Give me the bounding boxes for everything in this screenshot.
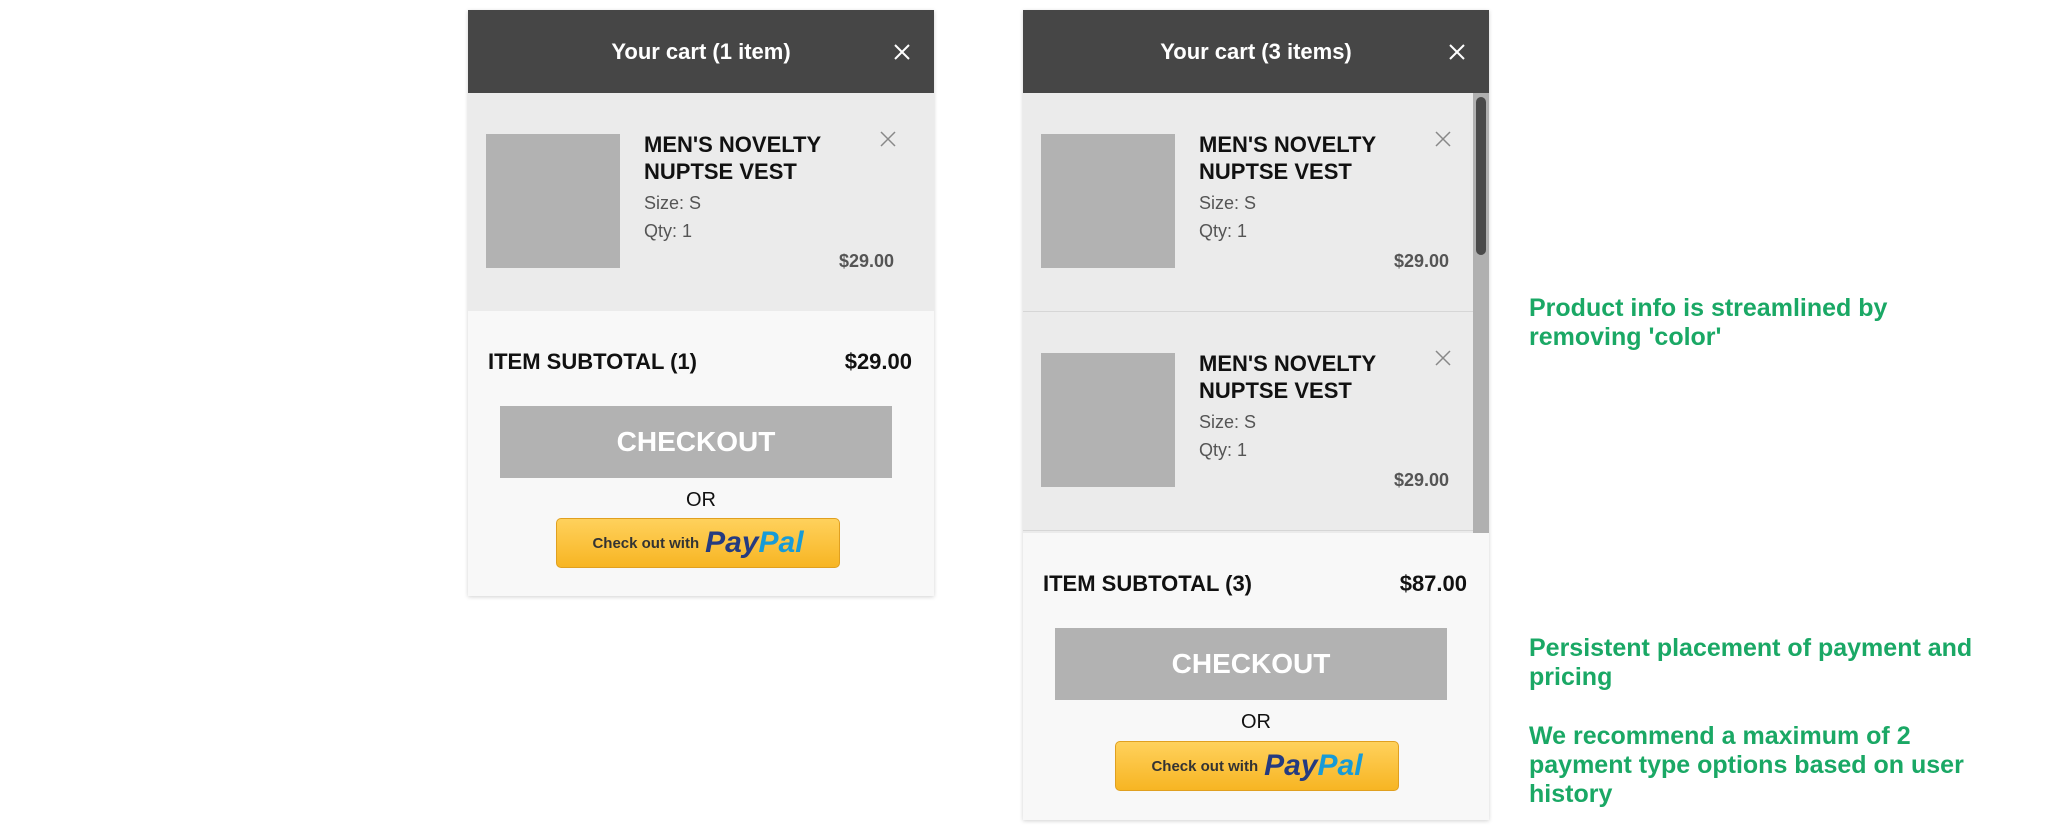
checkout-button[interactable]: CHECKOUT bbox=[500, 406, 892, 478]
cart-footer: ITEM SUBTOTAL (3) $87.00 CHECKOUT OR Che… bbox=[1023, 533, 1489, 820]
close-icon[interactable] bbox=[1447, 42, 1467, 62]
remove-item-icon[interactable] bbox=[1435, 350, 1451, 366]
subtotal-label: ITEM SUBTOTAL (3) bbox=[1043, 571, 1252, 596]
cart-item: MEN'S NOVELTY NUPTSE VEST Size: S Qty: 1… bbox=[468, 93, 934, 311]
product-name[interactable]: MEN'S NOVELTY NUPTSE VEST bbox=[1199, 350, 1399, 404]
product-qty: Qty: 1 bbox=[1199, 440, 1248, 460]
product-price: $29.00 bbox=[1393, 251, 1449, 271]
scrollbar-thumb[interactable] bbox=[1476, 97, 1486, 255]
paypal-logo: PayPal bbox=[1264, 749, 1363, 782]
cart-items-list: MEN'S NOVELTY NUPTSE VEST Size: S Qty: 1… bbox=[1023, 93, 1489, 533]
product-qty: Qty: 1 bbox=[1199, 221, 1248, 241]
subtotal-value: $87.00 bbox=[1399, 571, 1467, 596]
remove-item-icon[interactable] bbox=[1435, 131, 1451, 147]
product-size: Size: S bbox=[644, 193, 702, 213]
cart-item: MEN'S NOVELTY NUPTSE VEST Size: S Qty: 1… bbox=[1023, 312, 1489, 531]
cart-items-list: MEN'S NOVELTY NUPTSE VEST Size: S Qty: 1… bbox=[468, 93, 934, 311]
product-qty: Qty: 1 bbox=[644, 221, 693, 241]
product-name[interactable]: MEN'S NOVELTY NUPTSE VEST bbox=[1199, 131, 1399, 185]
checkout-button[interactable]: CHECKOUT bbox=[1055, 628, 1447, 700]
annotation-persistent-placement: Persistent placement of payment and pric… bbox=[1529, 634, 1973, 691]
product-image[interactable] bbox=[1041, 353, 1175, 487]
annotation-payment-recommendation: We recommend a maximum of 2 payment type… bbox=[1529, 722, 1964, 808]
product-name[interactable]: MEN'S NOVELTY NUPTSE VEST bbox=[644, 131, 844, 185]
subtotal-value: $29.00 bbox=[844, 349, 912, 374]
cart-header: Your cart (3 items) bbox=[1023, 10, 1489, 93]
paypal-checkout-button[interactable]: Check out with PayPal bbox=[556, 518, 840, 568]
or-divider: OR bbox=[686, 489, 716, 511]
cart-title: Your cart (3 items) bbox=[1160, 38, 1352, 64]
paypal-prefix: Check out with bbox=[592, 534, 700, 552]
scrollbar-track[interactable] bbox=[1473, 93, 1489, 533]
paypal-logo: PayPal bbox=[705, 526, 804, 559]
cart-panel-single: Your cart (1 item) MEN'S NOVELTY NUPTSE … bbox=[468, 10, 934, 596]
product-price: $29.00 bbox=[838, 251, 894, 271]
paypal-prefix: Check out with bbox=[1151, 757, 1259, 775]
cart-footer: ITEM SUBTOTAL (1) $29.00 CHECKOUT OR Che… bbox=[468, 311, 934, 596]
subtotal-label: ITEM SUBTOTAL (1) bbox=[488, 349, 697, 374]
remove-item-icon[interactable] bbox=[880, 131, 896, 147]
annotation-product-info: Product info is streamlined by removing … bbox=[1529, 294, 1888, 351]
product-image[interactable] bbox=[486, 134, 620, 268]
product-price: $29.00 bbox=[1393, 470, 1449, 490]
cart-title: Your cart (1 item) bbox=[611, 38, 791, 64]
close-icon[interactable] bbox=[892, 42, 912, 62]
cart-panel-multi: Your cart (3 items) MEN'S NOVELTY NUPTSE… bbox=[1023, 10, 1489, 820]
product-image[interactable] bbox=[1041, 134, 1175, 268]
paypal-checkout-button[interactable]: Check out with PayPal bbox=[1115, 741, 1399, 791]
product-size: Size: S bbox=[1199, 193, 1257, 213]
product-size: Size: S bbox=[1199, 412, 1257, 432]
cart-header: Your cart (1 item) bbox=[468, 10, 934, 93]
cart-item: MEN'S NOVELTY NUPTSE VEST Size: S Qty: 1… bbox=[1023, 93, 1489, 312]
or-divider: OR bbox=[1241, 711, 1271, 733]
